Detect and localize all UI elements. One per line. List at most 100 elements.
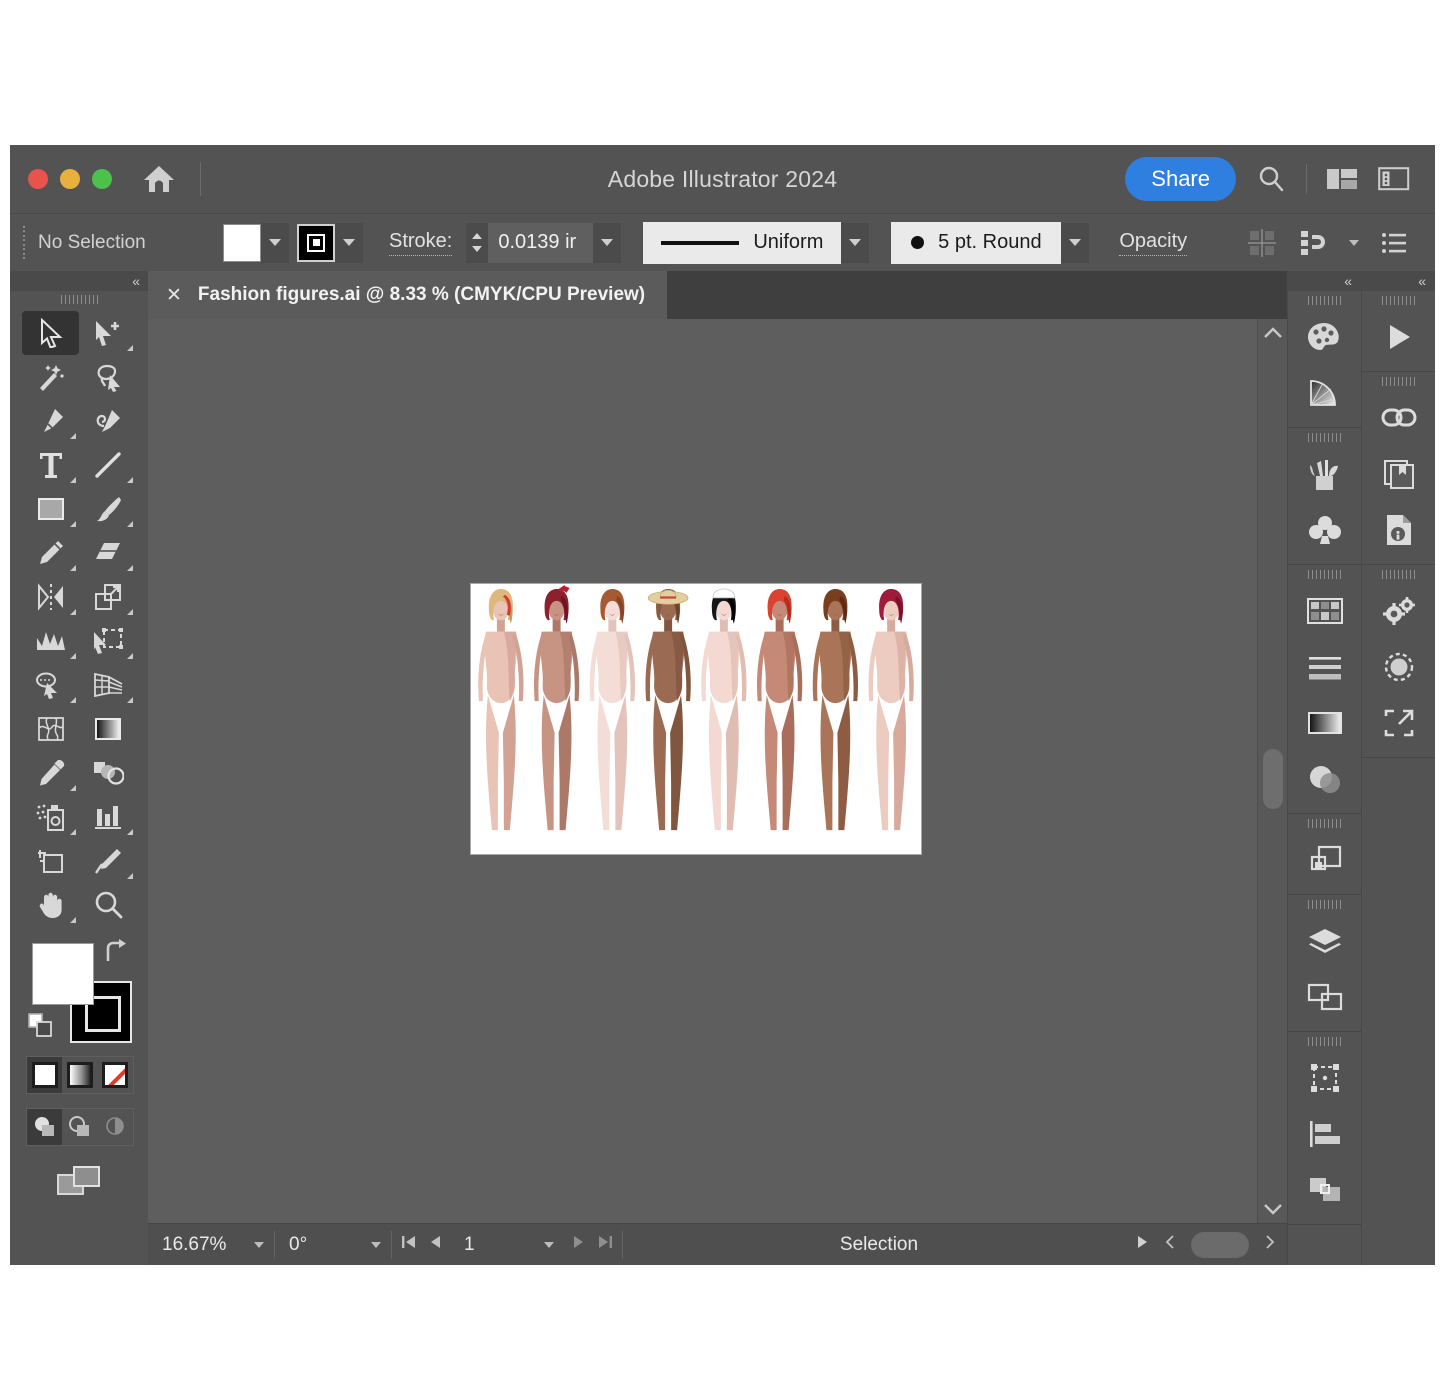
eyedropper-tool[interactable] (22, 751, 79, 795)
artboard-dropdown-button[interactable] (534, 1224, 564, 1265)
status-menu-icon[interactable] (1135, 1233, 1149, 1257)
tools-collapse-button[interactable]: « (10, 271, 148, 291)
gradient-panel-icon[interactable] (1288, 695, 1361, 751)
artboards-panel-icon[interactable] (1288, 969, 1361, 1025)
hand-tool[interactable] (22, 883, 79, 927)
transform-panel-icon[interactable] (1288, 1050, 1361, 1106)
transparency-panel-icon[interactable] (1288, 751, 1361, 807)
links-panel-icon[interactable] (1362, 390, 1435, 446)
scroll-down-icon[interactable] (1258, 1203, 1287, 1215)
scroll-up-icon[interactable] (1258, 327, 1287, 339)
stroke-profile-field[interactable]: Uniform (643, 222, 841, 264)
fill-color-control[interactable] (223, 223, 289, 263)
layers-panel-icon[interactable] (1288, 913, 1361, 969)
slice-tool[interactable] (79, 839, 136, 883)
mesh-tool[interactable] (22, 707, 79, 751)
shape-builder-tool[interactable] (22, 663, 79, 707)
last-artboard-icon[interactable] (596, 1233, 614, 1257)
artboard[interactable] (470, 583, 922, 855)
far-dock-collapse-button[interactable]: « (1362, 271, 1435, 291)
close-icon[interactable]: ✕ (166, 284, 182, 307)
actions-panel-icon[interactable] (1362, 309, 1435, 365)
canvas[interactable] (148, 319, 1257, 1223)
color-panel-icon[interactable] (1288, 309, 1361, 365)
dock-group-grip[interactable] (1288, 1032, 1361, 1050)
zoom-tool[interactable] (79, 883, 136, 927)
tools-panel-grip[interactable] (10, 291, 148, 307)
stroke-profile-control[interactable]: Uniform (643, 222, 869, 264)
graphic-styles-panel-icon[interactable] (1362, 583, 1435, 639)
first-artboard-icon[interactable] (400, 1233, 418, 1257)
stroke-weight-control[interactable]: 0.0139 ir (466, 223, 621, 263)
paintbrush-tool[interactable] (79, 487, 136, 531)
fill-color-box[interactable] (32, 943, 94, 1005)
pencil-tool[interactable] (22, 531, 79, 575)
rectangle-tool[interactable] (22, 487, 79, 531)
brush-definition-field[interactable]: 5 pt. Round (891, 222, 1061, 264)
status-progress-pill[interactable] (1191, 1232, 1249, 1258)
dock-group-grip[interactable] (1362, 565, 1435, 583)
previous-artboard-icon[interactable] (428, 1233, 442, 1257)
rotate-reflect-tool[interactable] (22, 575, 79, 619)
right-dock-collapse-button[interactable]: « (1288, 271, 1361, 291)
artboard-tool[interactable] (22, 839, 79, 883)
stroke-color-control[interactable] (297, 223, 363, 263)
color-guide-panel-icon[interactable] (1288, 365, 1361, 421)
control-bar-grip[interactable] (22, 226, 28, 260)
draw-inside-button[interactable] (98, 1109, 133, 1145)
stroke-weight-dropdown-button[interactable] (593, 223, 621, 263)
type-tool[interactable] (22, 443, 79, 487)
brushes-panel-icon[interactable] (1288, 446, 1361, 502)
snap-to-magnet-icon[interactable] (1297, 226, 1331, 260)
dock-group-grip[interactable] (1288, 814, 1361, 832)
blend-tool[interactable] (79, 751, 136, 795)
gradient-tool[interactable] (79, 707, 136, 751)
align-panel-icon[interactable] (1288, 1106, 1361, 1162)
fill-dropdown-button[interactable] (261, 223, 289, 263)
lasso-tool[interactable] (79, 355, 136, 399)
gradient-swatch-button[interactable] (62, 1057, 97, 1093)
dock-group-grip[interactable] (1288, 565, 1361, 583)
artboard-number-field[interactable]: 1 (450, 1224, 534, 1265)
document-options-icon[interactable] (1377, 226, 1411, 260)
curvature-tool[interactable] (79, 399, 136, 443)
selection-tool[interactable] (22, 311, 79, 355)
stroke-dropdown-button[interactable] (335, 223, 363, 263)
brush-definition-dropdown-button[interactable] (1061, 223, 1089, 263)
default-fill-stroke-icon[interactable] (28, 1013, 54, 1044)
rotation-dropdown-button[interactable] (361, 1224, 391, 1265)
perspective-grid-tool[interactable] (79, 663, 136, 707)
stroke-swatch[interactable] (297, 224, 335, 262)
image-trace-panel-icon[interactable] (1362, 639, 1435, 695)
direct-selection-tool[interactable] (79, 311, 136, 355)
swap-fill-stroke-icon[interactable] (102, 939, 128, 968)
dock-group-grip[interactable] (1362, 291, 1435, 309)
zoom-level-field[interactable]: 16.67% (148, 1224, 244, 1265)
column-graph-tool[interactable] (79, 795, 136, 839)
width-tool[interactable] (22, 619, 79, 663)
rotation-field[interactable]: 0° (275, 1224, 361, 1265)
stroke-profile-dropdown-button[interactable] (841, 223, 869, 263)
stroke-label[interactable]: Stroke: (389, 230, 452, 256)
next-icon[interactable] (1263, 1233, 1277, 1257)
fill-swatch[interactable] (223, 224, 261, 262)
symbols-panel-icon[interactable] (1288, 502, 1361, 558)
draw-normal-button[interactable] (27, 1109, 62, 1145)
color-swatch-button[interactable] (27, 1057, 62, 1093)
stroke-panel-icon[interactable] (1288, 639, 1361, 695)
snap-dropdown-chevron-icon[interactable] (1349, 240, 1359, 246)
zoom-level-dropdown-button[interactable] (244, 1224, 274, 1265)
status-text[interactable]: Selection (623, 1234, 1135, 1256)
previous-icon[interactable] (1163, 1233, 1177, 1257)
vertical-scrollbar[interactable] (1257, 319, 1287, 1223)
dock-group-grip[interactable] (1288, 895, 1361, 913)
dock-group-grip[interactable] (1288, 291, 1361, 309)
pathfinder-panel-icon[interactable] (1288, 1162, 1361, 1218)
none-swatch-button[interactable] (98, 1057, 133, 1093)
opacity-label[interactable]: Opacity (1119, 230, 1187, 256)
magic-wand-tool[interactable] (22, 355, 79, 399)
asset-export-panel-icon[interactable] (1362, 695, 1435, 751)
document-tab[interactable]: ✕ Fashion figures.ai @ 8.33 % (CMYK/CPU … (148, 271, 667, 319)
stroke-weight-stepper[interactable] (466, 223, 488, 263)
stroke-weight-input[interactable]: 0.0139 ir (488, 223, 593, 263)
